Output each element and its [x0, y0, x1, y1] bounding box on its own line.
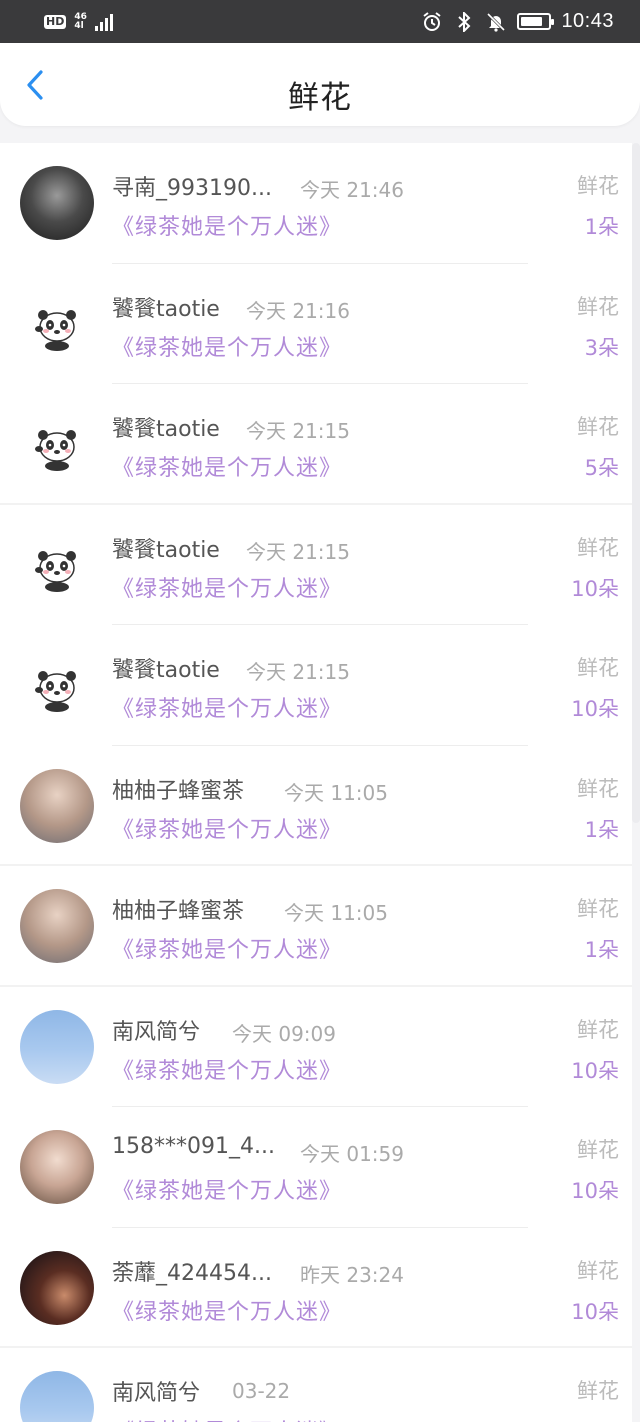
gift-time: 今天 21:46 [300, 178, 404, 202]
gift-count: 1朵 [584, 215, 619, 239]
gift-time: 今天 21:16 [246, 298, 350, 323]
hd-badge: HD [44, 14, 67, 29]
list-item[interactable]: 柚柚子蜂蜜茶 今天 11:05 《绿茶她是个万人迷》 鲜花 1朵 [0, 866, 632, 987]
panda-sticker-icon [35, 671, 76, 712]
gift-record-list[interactable]: 寻南_993190... 今天 21:46 《绿茶她是个万人迷》 鲜花 1朵 饕… [0, 143, 632, 1422]
avatar[interactable] [20, 889, 94, 963]
avatar[interactable] [20, 1371, 94, 1422]
book-title[interactable]: 《绿茶她是个万人迷》 [112, 1173, 342, 1205]
gift-count: 10朵 [571, 1179, 619, 1203]
status-bar: HD 46 4l 10:43 [0, 0, 640, 43]
list-item[interactable]: 158***091_4... 今天 01:59 《绿茶她是个万人迷》 鲜花 10… [0, 1107, 632, 1228]
list-item[interactable]: 饕餮taotie 今天 21:15 《绿茶她是个万人迷》 鲜花 10朵 [0, 625, 632, 746]
gift-count: 1朵 [584, 817, 619, 842]
avatar[interactable] [20, 407, 94, 481]
gift-time: 今天 21:15 [246, 419, 350, 443]
gift-type: 鲜花 [577, 656, 619, 680]
user-name: 南风简兮 [112, 1019, 201, 1045]
gift-time: 今天 11:05 [284, 901, 388, 925]
avatar[interactable] [20, 1130, 94, 1204]
gift-count: 3朵 [584, 335, 619, 360]
list-item[interactable]: 南风简兮 今天 09:09 《绿茶她是个万人迷》 鲜花 10朵 [0, 987, 632, 1108]
gift-count: 10朵 [571, 576, 619, 601]
panda-sticker-icon [35, 430, 76, 471]
gift-type: 鲜花 [577, 1258, 619, 1283]
user-name: 158***091_4... [112, 1134, 275, 1159]
gift-count: 10朵 [571, 1058, 619, 1083]
panda-sticker-icon [35, 550, 76, 592]
gift-time: 03-22 [232, 1379, 291, 1403]
gift-time: 昨天 23:24 [300, 1262, 404, 1287]
list-item[interactable]: 饕餮taotie 今天 21:15 《绿茶她是个万人迷》 鲜花 5朵 [0, 384, 632, 505]
user-name: 饕餮taotie [112, 417, 220, 442]
clock: 10:43 [561, 10, 614, 32]
user-name: 柚柚子蜂蜜茶 [112, 778, 245, 804]
gift-count: 10朵 [571, 697, 619, 721]
avatar[interactable] [20, 1009, 94, 1084]
user-name: 荼蘼_424454... [112, 1260, 272, 1286]
gift-time: 今天 21:15 [246, 539, 350, 564]
status-left: HD 46 4l [44, 12, 113, 31]
gift-time: 今天 11:05 [284, 780, 388, 805]
user-name: 饕餮taotie [112, 658, 220, 683]
list-item[interactable]: 饕餮taotie 今天 21:15 《绿茶她是个万人迷》 鲜花 10朵 [0, 505, 632, 626]
book-title[interactable]: 《绿茶她是个万人迷》 [112, 1294, 342, 1326]
gift-type: 鲜花 [577, 776, 619, 801]
panda-sticker-icon [35, 309, 76, 351]
gift-type: 鲜花 [577, 1379, 619, 1403]
gift-count: 1朵 [584, 938, 619, 962]
avatar[interactable] [20, 1250, 94, 1325]
network-type: 46 4l [74, 12, 87, 31]
book-title[interactable]: 《绿茶她是个万人迷》 [112, 209, 342, 241]
app-header: 鲜花 [0, 43, 640, 126]
user-name: 南风简兮 [112, 1381, 201, 1406]
gift-type: 鲜花 [577, 897, 619, 921]
user-name: 寻南_993190... [112, 176, 272, 201]
book-title[interactable]: 《绿茶她是个万人迷》 [112, 812, 342, 844]
book-title[interactable]: 《绿茶她是个万人迷》 [112, 1414, 342, 1422]
bluetooth-icon [453, 11, 475, 33]
mute-icon [485, 11, 507, 33]
gift-type: 鲜花 [577, 535, 619, 560]
gift-type: 鲜花 [577, 415, 619, 439]
signal-icon [94, 13, 113, 31]
status-right: 10:43 [421, 10, 614, 33]
gift-type: 鲜花 [577, 294, 619, 319]
user-name: 饕餮taotie [112, 537, 220, 563]
gift-time: 今天 01:59 [300, 1142, 404, 1166]
avatar[interactable] [20, 166, 94, 240]
list-item[interactable]: 寻南_993190... 今天 21:46 《绿茶她是个万人迷》 鲜花 1朵 [0, 143, 632, 264]
battery-icon [517, 13, 555, 30]
book-title[interactable]: 《绿茶她是个万人迷》 [112, 691, 342, 723]
gift-time: 今天 09:09 [232, 1021, 336, 1046]
user-name: 饕餮taotie [112, 296, 220, 322]
alarm-icon [421, 11, 443, 33]
book-title[interactable]: 《绿茶她是个万人迷》 [112, 571, 342, 603]
list-item[interactable]: 南风简兮 03-22 《绿茶她是个万人迷》 鲜花 [0, 1348, 632, 1422]
gift-count: 5朵 [584, 456, 619, 480]
gift-type: 鲜花 [577, 1017, 619, 1042]
user-name: 柚柚子蜂蜜茶 [112, 899, 245, 924]
book-title[interactable]: 《绿茶她是个万人迷》 [112, 330, 342, 362]
book-title[interactable]: 《绿茶她是个万人迷》 [112, 932, 342, 964]
gift-time: 今天 21:15 [246, 660, 350, 684]
avatar[interactable] [20, 528, 94, 602]
list-item[interactable]: 饕餮taotie 今天 21:16 《绿茶她是个万人迷》 鲜花 3朵 [0, 264, 632, 385]
gift-type: 鲜花 [577, 1138, 619, 1162]
avatar[interactable] [20, 648, 94, 722]
list-item[interactable]: 荼蘼_424454... 昨天 23:24 《绿茶她是个万人迷》 鲜花 10朵 [0, 1228, 632, 1349]
avatar[interactable] [20, 287, 94, 361]
page-title: 鲜花 [288, 80, 352, 116]
gift-type: 鲜花 [577, 174, 619, 198]
list-item[interactable]: 柚柚子蜂蜜茶 今天 11:05 《绿茶她是个万人迷》 鲜花 1朵 [0, 746, 632, 867]
gift-count: 10朵 [571, 1299, 619, 1324]
scrollbar[interactable] [632, 143, 640, 823]
network-type-bottom: 4l [74, 20, 84, 31]
avatar[interactable] [20, 768, 94, 843]
book-title[interactable]: 《绿茶她是个万人迷》 [112, 450, 342, 482]
book-title[interactable]: 《绿茶她是个万人迷》 [112, 1053, 342, 1085]
